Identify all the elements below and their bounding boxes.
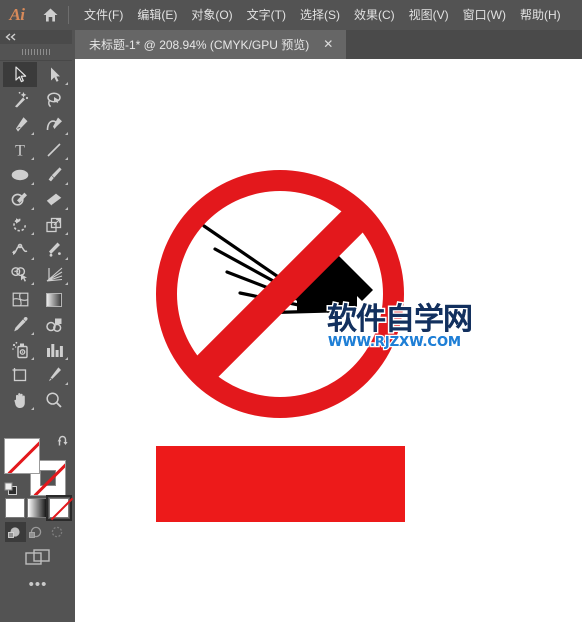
column-graph-tool[interactable] xyxy=(37,337,71,362)
document-tab-bar: 未标题-1* @ 208.94% (CMYK/GPU 预览) ✕ xyxy=(0,30,582,59)
menu-bar: Ai 文件(F) 编辑(E) 对象(O) 文字(T) 选择(S) 效果(C) 视… xyxy=(0,0,582,30)
svg-text:T: T xyxy=(15,143,25,159)
panel-grip-handle[interactable] xyxy=(0,44,72,60)
tool-flyout-indicator xyxy=(31,207,34,210)
menu-type[interactable]: 文字(T) xyxy=(240,2,293,28)
default-fill-stroke-icon[interactable] xyxy=(4,482,18,496)
ellipse-tool[interactable] xyxy=(3,162,37,187)
change-screen-mode-button[interactable] xyxy=(24,546,52,570)
toolbox-divider xyxy=(0,60,72,61)
tool-flyout-indicator xyxy=(65,207,68,210)
fill-none-indicator xyxy=(5,439,39,473)
double-chevron-left-icon[interactable] xyxy=(0,30,72,44)
tool-flyout-indicator xyxy=(31,407,34,410)
tool-flyout-indicator xyxy=(65,257,68,260)
line-segment-tool[interactable] xyxy=(37,137,71,162)
color-button[interactable] xyxy=(5,498,25,518)
mesh-tool[interactable] xyxy=(3,287,37,312)
hand-tool[interactable] xyxy=(3,387,37,412)
canvas-area[interactable]: 软件自学网 软件自学网 WWW.RJZXW.COM WWW.RJZXW.COM xyxy=(75,59,582,622)
tool-flyout-indicator xyxy=(31,182,34,185)
tool-panel: T ••• xyxy=(0,30,75,622)
tool-flyout-indicator xyxy=(31,257,34,260)
menu-edit[interactable]: 编辑(E) xyxy=(130,2,184,28)
tool-flyout-indicator xyxy=(65,132,68,135)
tool-flyout-indicator xyxy=(65,182,68,185)
artwork-no-spraying-sign xyxy=(156,169,405,522)
direct-selection-tool[interactable] xyxy=(37,62,71,87)
lasso-tool[interactable] xyxy=(37,87,71,112)
magic-wand-tool[interactable] xyxy=(3,87,37,112)
tool-flyout-indicator xyxy=(31,282,34,285)
app-logo: Ai xyxy=(9,5,25,24)
slice-tool[interactable] xyxy=(37,362,71,387)
eraser-tool[interactable] xyxy=(37,187,71,212)
menu-item-list: 文件(F) 编辑(E) 对象(O) 文字(T) 选择(S) 效果(C) 视图(V… xyxy=(77,2,568,28)
illustrator-window: Ai 文件(F) 编辑(E) 对象(O) 文字(T) 选择(S) 效果(C) 视… xyxy=(0,0,582,622)
edit-toolbar-button[interactable]: ••• xyxy=(24,576,52,594)
document-tab-label: 未标题-1* @ 208.94% (CMYK/GPU 预览) xyxy=(89,38,310,52)
home-icon[interactable] xyxy=(34,0,66,30)
tool-flyout-indicator xyxy=(31,232,34,235)
tool-flyout-indicator xyxy=(65,282,68,285)
color-mode-buttons xyxy=(5,495,72,521)
shaper-pencil-tool[interactable] xyxy=(3,187,37,212)
menubar-divider xyxy=(68,6,69,24)
menu-effect[interactable]: 效果(C) xyxy=(347,2,402,28)
document-tab[interactable]: 未标题-1* @ 208.94% (CMYK/GPU 预览) ✕ xyxy=(75,30,347,59)
pen-tool[interactable] xyxy=(3,112,37,137)
menu-object[interactable]: 对象(O) xyxy=(184,2,239,28)
tool-flyout-indicator xyxy=(65,157,68,160)
draw-inside-button[interactable] xyxy=(47,522,68,542)
menu-select[interactable]: 选择(S) xyxy=(293,2,347,28)
close-icon[interactable]: ✕ xyxy=(321,37,335,52)
selection-tool[interactable] xyxy=(3,62,37,87)
paintbrush-tool[interactable] xyxy=(37,162,71,187)
free-transform-tool[interactable] xyxy=(37,237,71,262)
tool-flyout-indicator xyxy=(65,382,68,385)
zoom-tool[interactable] xyxy=(37,387,71,412)
symbol-sprayer-tool[interactable] xyxy=(3,337,37,362)
curvature-tool[interactable] xyxy=(37,112,71,137)
tool-flyout-indicator xyxy=(31,357,34,360)
tool-flyout-indicator xyxy=(65,232,68,235)
width-tool[interactable] xyxy=(3,237,37,262)
tool-flyout-indicator xyxy=(31,132,34,135)
perspective-grid-tool[interactable] xyxy=(37,262,71,287)
draw-normal-button[interactable] xyxy=(5,522,26,542)
rotate-tool[interactable] xyxy=(3,212,37,237)
blend-tool[interactable] xyxy=(37,312,71,337)
gradient-button[interactable] xyxy=(27,498,47,518)
menu-file[interactable]: 文件(F) xyxy=(77,2,130,28)
tool-grid: T xyxy=(3,62,71,412)
toolbox: T xyxy=(3,62,71,412)
swap-fill-stroke-icon[interactable] xyxy=(56,434,70,448)
menu-help[interactable]: 帮助(H) xyxy=(513,2,568,28)
tool-flyout-indicator xyxy=(31,157,34,160)
menu-window[interactable]: 窗口(W) xyxy=(456,2,513,28)
shape-builder-tool[interactable] xyxy=(3,262,37,287)
grip-dots-icon xyxy=(22,49,50,55)
eyedropper-tool[interactable] xyxy=(3,312,37,337)
tool-flyout-indicator xyxy=(65,82,68,85)
draw-mode-buttons xyxy=(5,522,69,542)
draw-behind-button[interactable] xyxy=(26,522,47,542)
scale-tool[interactable] xyxy=(37,212,71,237)
none-button[interactable] xyxy=(46,495,72,521)
artboard-tool[interactable] xyxy=(3,362,37,387)
tool-flyout-indicator xyxy=(65,357,68,360)
menu-view[interactable]: 视图(V) xyxy=(402,2,456,28)
gradient-tool[interactable] xyxy=(37,287,71,312)
red-rectangle xyxy=(156,446,405,522)
type-tool[interactable]: T xyxy=(3,137,37,162)
fill-swatch[interactable] xyxy=(4,438,40,474)
fill-stroke-controls xyxy=(4,434,70,496)
tool-flyout-indicator xyxy=(31,332,34,335)
